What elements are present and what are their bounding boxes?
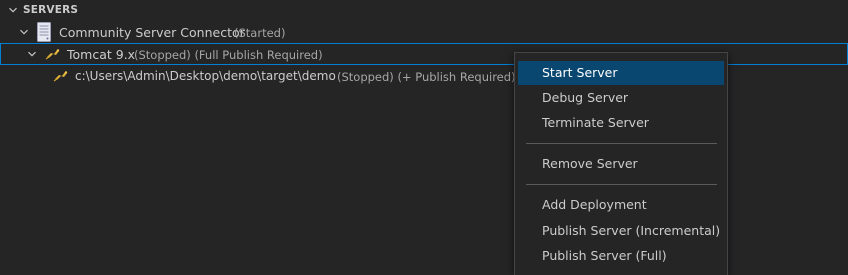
menu-separator [526,143,717,144]
deployment-status: (Stopped) (+ Publish Required) [337,70,516,84]
chevron-down-icon[interactable] [26,48,38,60]
tomcat-icon [45,49,60,60]
server-icon [37,22,51,42]
servers-panel: SERVERS Community Server Connector (Star… [0,0,848,275]
servers-section-header[interactable]: SERVERS [0,0,848,22]
chevron-down-icon[interactable] [18,26,30,38]
connector-status: (Started) [234,26,286,40]
tomcat-icon [53,71,68,82]
deployment-label: c:\Users\Admin\Desktop\demo\target\demo [75,69,336,83]
menu-item-terminate-server[interactable]: Terminate Server [518,111,724,135]
menu-item-start-server[interactable]: Start Server [518,61,724,85]
menu-item-debug-server[interactable]: Debug Server [518,86,724,110]
connector-label: Community Server Connector [59,25,245,40]
menu-item-add-deployment[interactable]: Add Deployment [518,193,724,217]
menu-separator [526,184,717,185]
section-title: SERVERS [23,4,79,16]
tomcat-status: (Stopped) (Full Publish Required) [134,48,323,62]
tree-item-connector[interactable]: Community Server Connector (Started) [0,21,848,43]
chevron-down-icon[interactable] [7,4,19,16]
tomcat-label: Tomcat 9.x [67,47,136,62]
menu-item-publish-incremental[interactable]: Publish Server (Incremental) [518,219,724,243]
context-menu: Start Server Debug Server Terminate Serv… [514,52,728,275]
menu-item-remove-server[interactable]: Remove Server [518,152,724,176]
menu-item-publish-full[interactable]: Publish Server (Full) [518,244,724,268]
